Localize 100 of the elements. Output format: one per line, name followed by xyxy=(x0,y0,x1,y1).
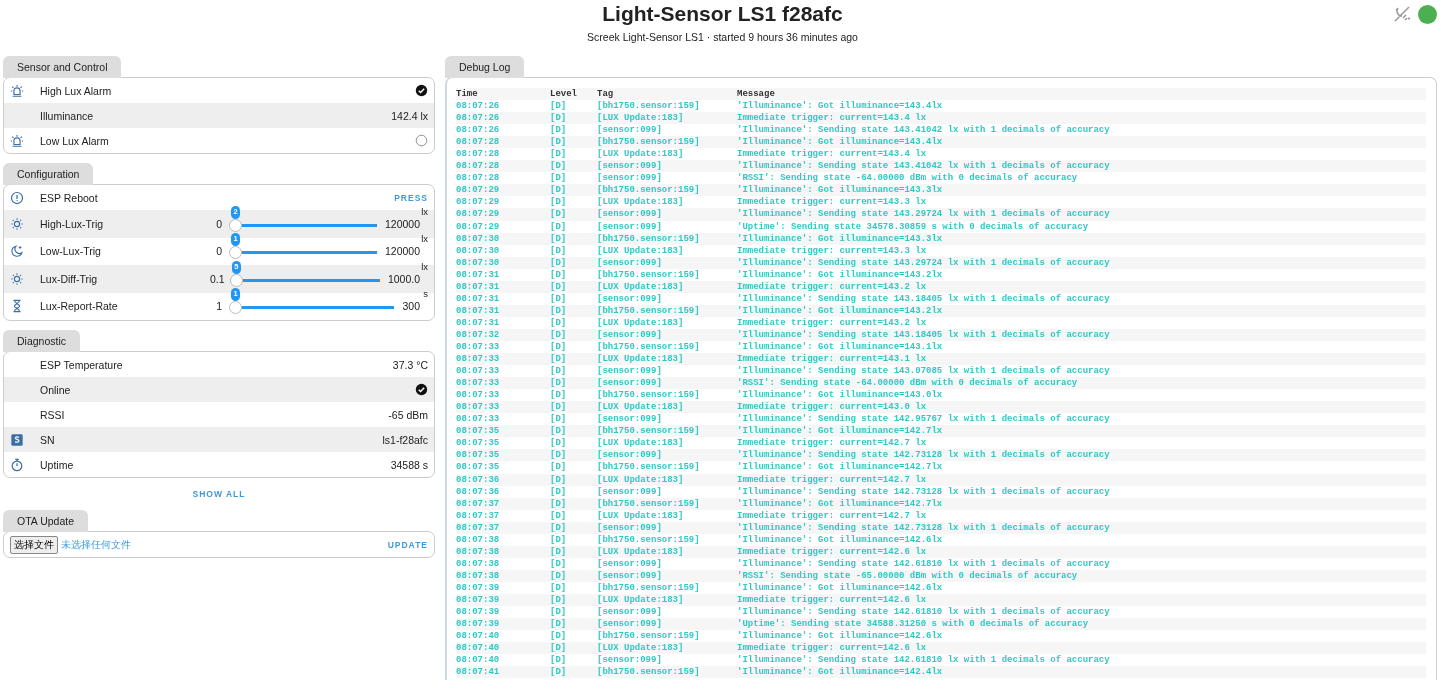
log-level: [D] xyxy=(550,112,568,125)
slider-unit: lx xyxy=(421,260,428,272)
log-time: 08:07:35 xyxy=(456,425,501,438)
log-level: [D] xyxy=(550,654,568,667)
log-level: [D] xyxy=(550,569,568,582)
log-time: 08:07:36 xyxy=(456,485,501,498)
log-message: 'Illuminance': Sending state 143.29724 lx with 1 decimals of accuracy xyxy=(737,256,1111,269)
press-button[interactable]: PRESS xyxy=(394,192,428,203)
log-tag: [bh1750.sensor:159] xyxy=(597,268,737,281)
log-level: [D] xyxy=(550,244,568,257)
entity-label: Low Lux Alarm xyxy=(40,134,110,147)
log-level: [D] xyxy=(550,316,568,329)
log-level: [D] xyxy=(550,642,568,655)
log-message: 'Illuminance': Sending state 142.73128 lx with 1 decimals of accuracy xyxy=(737,521,1111,534)
log-tag: [sensor:099] xyxy=(597,328,737,341)
log-tag: [bh1750.sensor:159] xyxy=(597,497,737,510)
log-time: 08:07:31 xyxy=(456,268,501,281)
slider-max: 1000.0 xyxy=(387,272,420,285)
log-time: 08:07:33 xyxy=(456,353,501,366)
log-time: 08:07:38 xyxy=(456,569,501,582)
log-tag: [LUX Update:183] xyxy=(597,642,737,655)
entity-value: 142.4 lx xyxy=(391,109,428,122)
alarm-light-icon xyxy=(10,133,24,148)
sleep-off-icon[interactable] xyxy=(1392,4,1412,24)
log-tag: [LUX Update:183] xyxy=(597,316,737,329)
log-time: 08:07:39 xyxy=(456,618,501,631)
update-button[interactable]: UPDATE xyxy=(387,539,428,550)
log-level: [D] xyxy=(550,136,568,149)
show-all-button[interactable]: SHOW ALL xyxy=(192,489,246,499)
slider-max: 120000 xyxy=(384,245,420,258)
slider-thumb[interactable] xyxy=(229,246,242,260)
log-tag: [sensor:099] xyxy=(597,172,737,185)
log-tag: [sensor:099] xyxy=(597,220,737,233)
column-header: Time xyxy=(456,88,479,101)
log-tag: [LUX Update:183] xyxy=(597,353,737,366)
log-level: [D] xyxy=(550,630,568,643)
entity-label: Low-Lux-Trig xyxy=(40,245,102,258)
log-time: 08:07:32 xyxy=(456,328,501,341)
slider-thumb[interactable] xyxy=(229,218,242,232)
log-level: [D] xyxy=(550,268,568,281)
unchecked-icon[interactable] xyxy=(415,134,428,147)
log-tag: [bh1750.sensor:159] xyxy=(597,666,737,679)
sun-icon xyxy=(10,271,24,286)
log-message: 'RSSI': Sending state -64.00000 dBm with 0 decimals of accuracy xyxy=(737,172,1079,185)
log-time: 08:07:37 xyxy=(456,521,501,534)
log-message: 'Illuminance': Got illuminance=143.4lx xyxy=(737,100,944,113)
log-tag: [sensor:099] xyxy=(597,256,737,269)
slider-unit: lx xyxy=(421,205,428,217)
log-time: 08:07:26 xyxy=(456,100,501,113)
checked-icon[interactable] xyxy=(415,84,428,97)
entity-label: High Lux Alarm xyxy=(40,84,113,97)
log-level: [D] xyxy=(550,666,568,679)
log-tag: [sensor:099] xyxy=(597,485,737,498)
log-time: 08:07:37 xyxy=(456,509,501,522)
log-level: [D] xyxy=(550,425,568,438)
log-level: [D] xyxy=(550,256,568,269)
entity-label: Lux-Diff-Trig xyxy=(40,272,99,285)
log-tag: [bh1750.sensor:159] xyxy=(597,533,737,546)
log-level: [D] xyxy=(550,100,568,113)
column-header: Tag xyxy=(597,88,615,101)
page-title: Light-Sensor LS1 f28afc xyxy=(602,2,843,25)
log-message: Immediate trigger: current=143.3 lx xyxy=(737,196,928,209)
log-time: 08:07:31 xyxy=(456,304,501,317)
slider-max: 120000 xyxy=(384,217,420,230)
log-level: [D] xyxy=(550,184,568,197)
log-time: 08:07:38 xyxy=(456,557,501,570)
log-time: 08:07:28 xyxy=(456,172,501,185)
log-message: 'Illuminance': Got illuminance=143.2lx xyxy=(737,304,944,317)
log-level: [D] xyxy=(550,172,568,185)
log-tag: [sensor:099] xyxy=(597,557,737,570)
log-level: [D] xyxy=(550,473,568,486)
log-message: Immediate trigger: current=143.4 lx xyxy=(737,112,928,125)
log-tag: [LUX Update:183] xyxy=(597,148,737,161)
log-message: 'Illuminance': Sending state 143.41042 lx with 1 decimals of accuracy xyxy=(737,124,1111,137)
log-time: 08:07:35 xyxy=(456,437,501,450)
stopwatch-icon xyxy=(10,457,24,472)
log-message: 'Uptime': Sending state 34578.30859 s with 0 decimals of accuracy xyxy=(737,220,1090,233)
log-message: 'Illuminance': Sending state 143.18405 lx with 1 decimals of accuracy xyxy=(737,328,1111,341)
slider-thumb[interactable] xyxy=(229,273,243,287)
log-level: [D] xyxy=(550,232,568,245)
entity-label: Illuminance xyxy=(40,109,95,122)
log-time: 08:07:26 xyxy=(456,112,501,125)
log-level: [D] xyxy=(550,485,568,498)
log-tag: [LUX Update:183] xyxy=(597,196,737,209)
log-level: [D] xyxy=(550,304,568,317)
log-message: 'Illuminance': Sending state 142.61810 lx with 1 decimals of accuracy xyxy=(737,606,1111,619)
log-level: [D] xyxy=(550,220,568,233)
log-message: 'Illuminance': Got illuminance=142.6lx xyxy=(737,533,944,546)
log-message: Immediate trigger: current=142.6 lx xyxy=(737,545,928,558)
log-message: 'Illuminance': Got illuminance=142.6lx xyxy=(737,630,944,643)
log-message: 'Illuminance': Got illuminance=142.4lx xyxy=(737,666,944,679)
log-tag: [sensor:099] xyxy=(597,449,737,462)
choose-file-button[interactable]: 选择文件 xyxy=(10,535,58,554)
log-tag: [bh1750.sensor:159] xyxy=(597,461,737,474)
log-tag: [LUX Update:183] xyxy=(597,112,737,125)
page-subtitle: Screek Light-Sensor LS1 · started 9 hours 36 minutes ago xyxy=(587,31,858,43)
log-message: Immediate trigger: current=142.6 lx xyxy=(737,593,928,606)
slider-thumb[interactable] xyxy=(229,301,242,315)
log-message: Immediate trigger: current=143.2 lx xyxy=(737,280,928,293)
log-tag: [LUX Update:183] xyxy=(597,401,737,414)
